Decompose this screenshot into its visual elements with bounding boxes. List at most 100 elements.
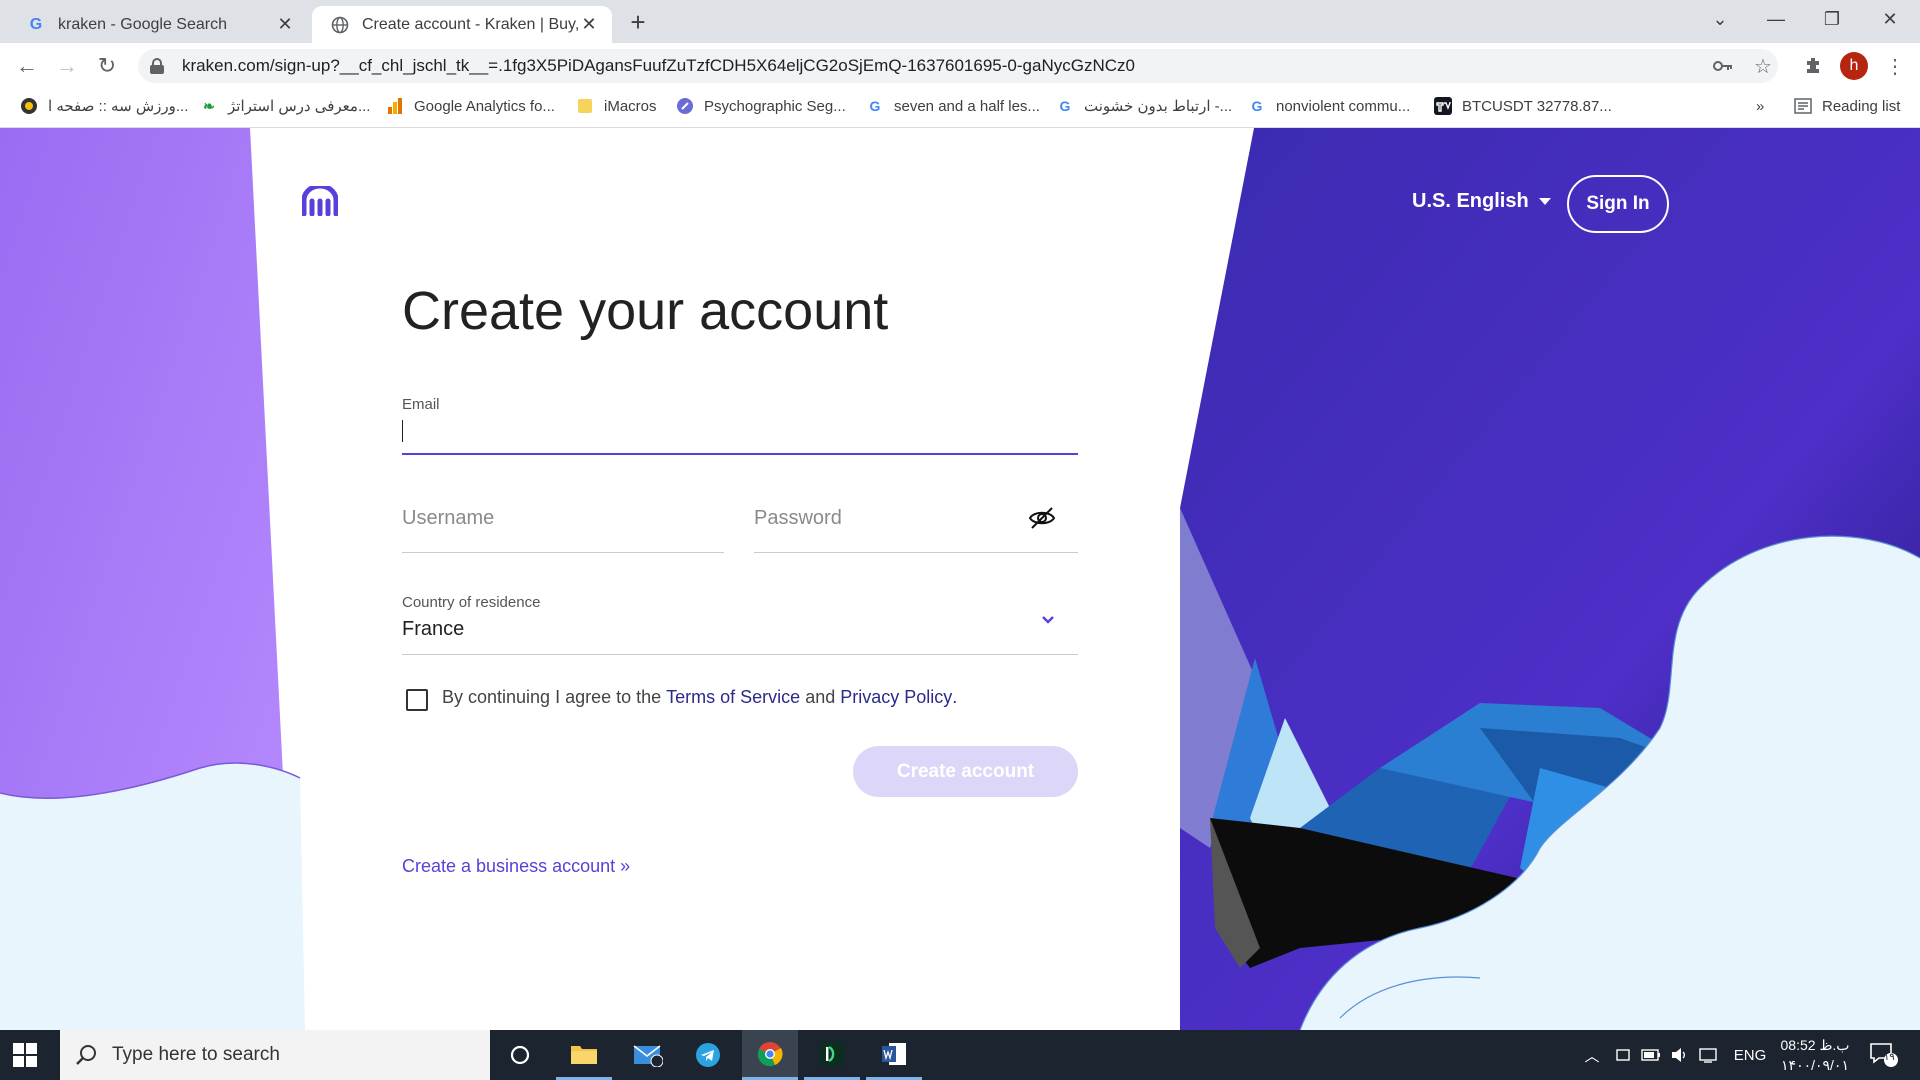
notifications-icon[interactable]: ۱۹ [1862,1030,1906,1080]
google-g-icon: G [29,15,43,33]
country-select[interactable]: France [402,618,464,641]
url-text[interactable]: kraken.com/sign-up?__cf_chl_jschl_tk__=.… [182,56,1135,76]
caret-down-icon [1538,198,1551,205]
business-account-link[interactable]: Create a business account » [402,856,630,877]
kraken-logo-icon[interactable] [302,186,338,216]
agree-prefix: By continuing I agree to the [442,687,667,707]
menu-kebab-icon[interactable]: ⋮ [1882,53,1908,79]
close-tab-icon[interactable]: ✕ [578,14,600,36]
bookmark-label: BTCUSDT 32778.87... [1462,97,1612,115]
bookmark-strategy-course[interactable]: ❧ معرفی درس استراتژ... [200,88,370,124]
agree-text: By continuing I agree to the Terms of Se… [442,687,957,708]
windows-taskbar: Type here to search ︿ ENG 08:52 ب.ظ ۱۴۰۰… [0,1030,1920,1080]
globe-icon [330,15,350,35]
kraken-signup-page: U.S. English Sign In Create your account… [0,128,1920,1030]
terminal-app-icon[interactable] [804,1030,860,1080]
page-title: Create your account [402,281,889,341]
search-icon [76,1045,96,1065]
minimize-button[interactable]: — [1748,0,1804,38]
bookmark-nonviolent-en[interactable]: G nonviolent commu... [1248,88,1411,124]
agree-mid: and [800,687,841,707]
restore-button[interactable]: ❐ [1804,0,1860,38]
key-icon[interactable] [1710,53,1736,79]
country-underline [402,654,1078,655]
address-bar[interactable]: kraken.com/sign-up?__cf_chl_jschl_tk__=.… [138,49,1778,83]
privacy-link[interactable]: Privacy Policy [840,687,952,708]
tradingview-icon [1434,97,1452,115]
email-field[interactable] [402,414,1078,454]
bookmarks-overflow-button[interactable]: » [1756,88,1764,124]
green-leaf-icon: ❧ [203,97,215,114]
windows-start-icon[interactable] [12,1042,38,1068]
bookmark-google-analytics[interactable]: Google Analytics fo... [386,88,555,124]
google-g-icon: G [869,98,881,114]
bookmark-psychographic[interactable]: Psychographic Seg... [676,88,846,124]
tab-strip: G kraken - Google Search ✕ Create accoun… [0,0,1920,43]
back-icon[interactable]: ← [12,51,42,81]
reading-list-icon [1794,97,1812,115]
network-icon[interactable] [1692,1030,1726,1080]
bookmarks-bar: ورزش سه :: صفحه ا... ❧ معرفی درس استراتژ… [0,88,1920,128]
close-tab-icon[interactable]: ✕ [274,14,296,36]
username-field[interactable]: Username [402,507,494,530]
tab-title: Create account - Kraken | Buy, Se [362,15,578,33]
psychographic-icon [676,97,694,115]
tab-title: kraken - Google Search [58,15,227,33]
word-icon[interactable] [866,1030,922,1080]
bookmark-imacros[interactable]: iMacros [576,88,657,124]
profile-avatar[interactable]: h [1840,52,1868,80]
bookmark-star-icon[interactable]: ☆ [1750,53,1776,79]
input-language[interactable]: ENG [1728,1030,1772,1080]
analytics-icon [386,97,404,115]
extensions-icon[interactable] [1800,53,1826,79]
browser-toolbar: ← → ↻ kraken.com/sign-up?__cf_chl_jschl_… [0,43,1920,88]
file-explorer-icon[interactable] [556,1030,612,1080]
bookmark-label: Google Analytics fo... [414,97,555,115]
bookmark-label: Psychographic Seg... [704,97,846,115]
mail-icon[interactable] [620,1030,676,1080]
bookmark-btcusdt[interactable]: BTCUSDT 32778.87... [1434,88,1612,124]
email-underline [402,453,1078,455]
battery-icon[interactable] [1636,1030,1666,1080]
email-label: Email [402,396,440,413]
reload-icon[interactable]: ↻ [92,51,122,81]
clock[interactable]: 08:52 ب.ظ ۱۴۰۰/۰۹/۰۱ [1770,1035,1860,1075]
google-g-icon: G [1059,98,1071,114]
telegram-icon[interactable] [680,1030,736,1080]
new-tab-button[interactable]: + [624,7,652,37]
background-illustration [0,128,1920,1030]
search-placeholder: Type here to search [112,1044,280,1065]
agree-checkbox[interactable] [406,689,428,711]
terms-link[interactable]: Terms of Service [666,687,800,708]
folder-icon [576,97,594,115]
lock-icon[interactable] [150,58,164,74]
cortana-icon[interactable] [492,1030,548,1080]
agree-suffix: . [952,687,958,707]
bookmark-label: seven and a half les... [894,97,1040,115]
bookmark-label: ورزش سه :: صفحه ا... [48,98,189,115]
bookmark-label: iMacros [604,97,657,115]
forward-icon[interactable]: → [52,51,82,81]
clock-date: ۱۴۰۰/۰۹/۰۱ [1781,1057,1849,1073]
create-account-button[interactable]: Create account [853,746,1078,797]
meet-now-icon[interactable] [1608,1030,1638,1080]
sign-in-button[interactable]: Sign In [1567,175,1669,233]
notification-count: ۱۹ [1884,1052,1895,1063]
eye-slash-icon[interactable] [1028,506,1056,530]
tray-chevron-up-icon[interactable]: ︿ [1574,1030,1610,1080]
chrome-icon[interactable] [742,1030,798,1080]
language-selector[interactable]: U.S. English [1412,190,1551,213]
chevron-down-icon[interactable] [1040,612,1056,628]
volume-icon[interactable] [1664,1030,1694,1080]
bookmark-nonviolent-fa[interactable]: G ارتباط بدون خشونت -... [1056,88,1233,124]
tab-search-icon[interactable]: ⌄ [1692,0,1748,38]
close-window-button[interactable]: ✕ [1862,0,1918,38]
password-underline [754,552,1078,553]
bookmark-seven-lessons[interactable]: G seven and a half les... [866,88,1040,124]
password-field[interactable]: Password [754,507,842,530]
taskbar-search-input[interactable]: Type here to search [60,1030,490,1080]
reading-list-button[interactable]: Reading list [1794,88,1900,124]
tab-create-account[interactable]: Create account - Kraken | Buy, Se ✕ [312,6,612,43]
bookmark-varzesh3[interactable]: ورزش سه :: صفحه ا... [20,88,188,124]
tab-google-search[interactable]: G kraken - Google Search ✕ [8,6,308,43]
